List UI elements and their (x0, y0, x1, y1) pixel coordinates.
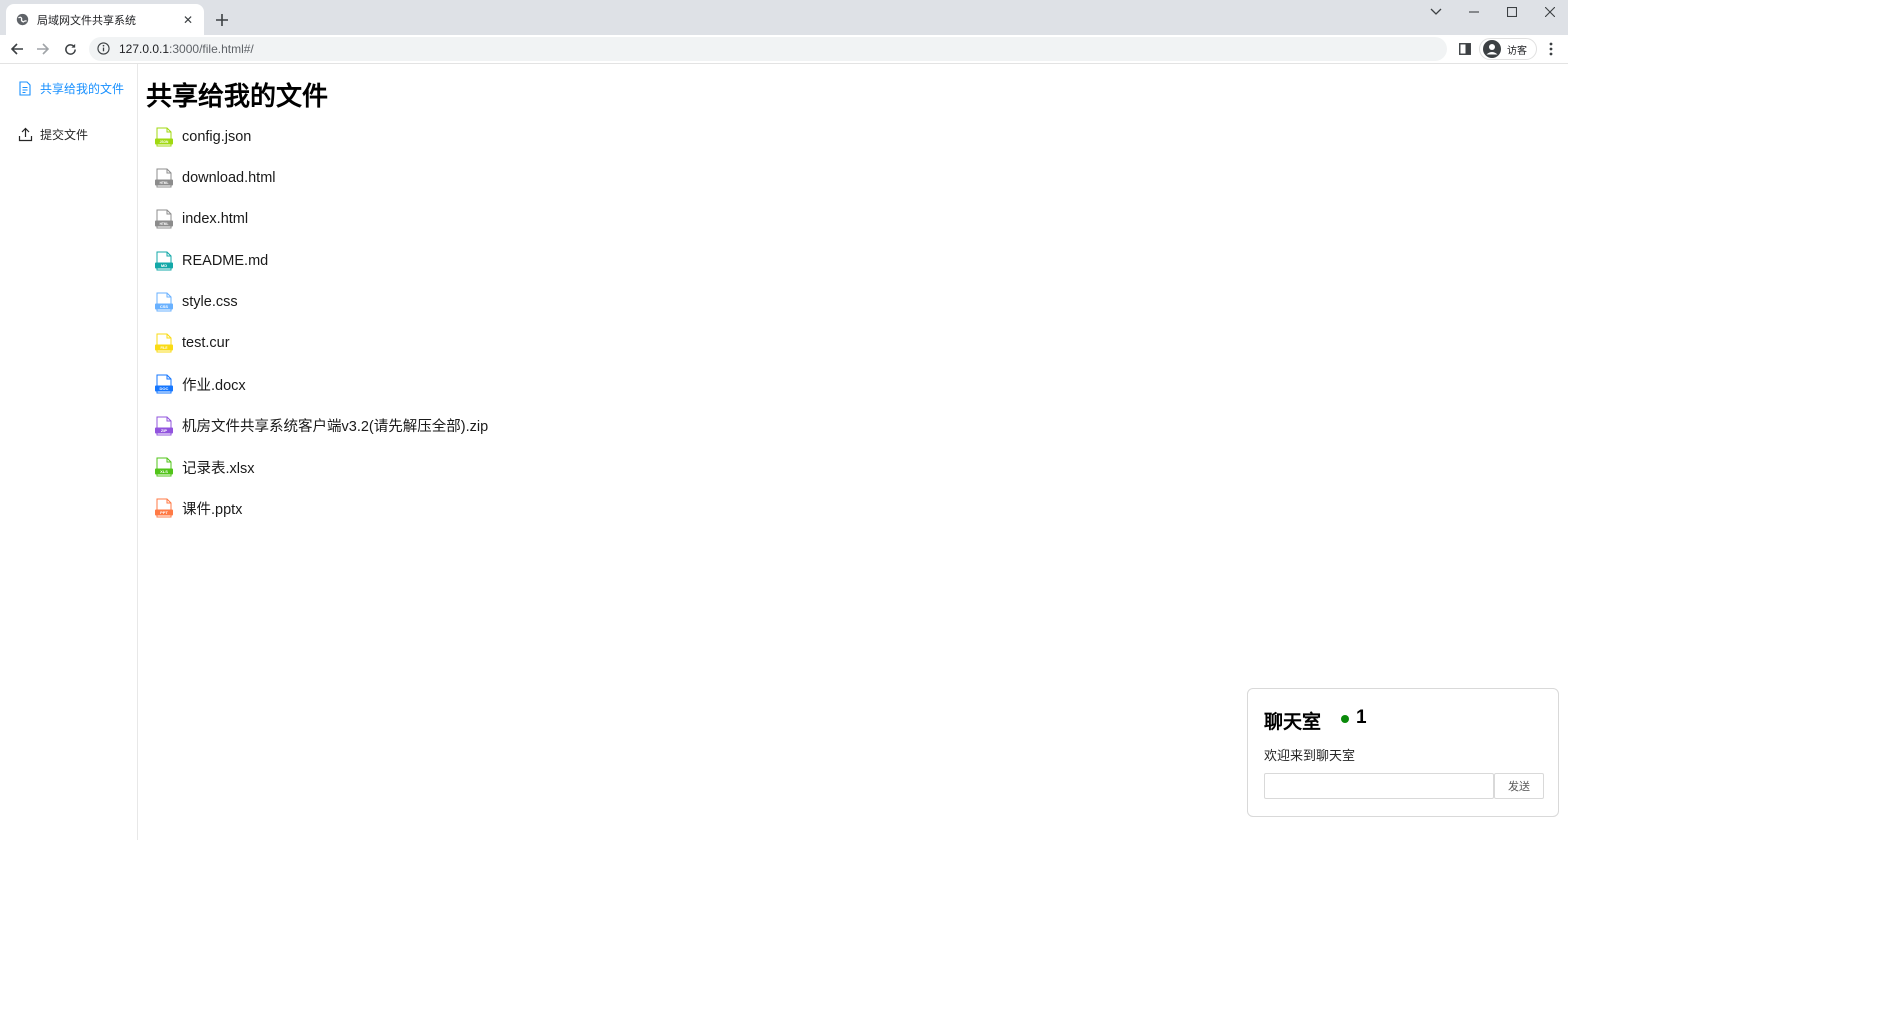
file-item[interactable]: ZIP 机房文件共享系统客户端v3.2(请先解压全部).zip (154, 405, 488, 446)
reload-button[interactable] (59, 38, 81, 60)
address-bar[interactable]: 127.0.0.1:3000/file.html#/ (89, 37, 1447, 61)
file-name: 记录表.xlsx (182, 460, 255, 477)
close-tab-icon[interactable]: ✕ (180, 12, 196, 28)
file-type-icon: CSS (154, 292, 174, 312)
file-type-icon: MD (154, 251, 174, 271)
info-icon[interactable] (97, 42, 111, 56)
send-button[interactable]: 发送 (1494, 773, 1544, 799)
upload-icon (18, 127, 33, 142)
url-host: 127.0.0.1 (119, 42, 170, 56)
url-path: :3000/file.html#/ (169, 42, 254, 56)
chat-message: 欢迎来到聊天室 (1264, 748, 1356, 763)
sidebar-item-submit-file[interactable]: 提交文件 (0, 114, 137, 154)
file-badge: XLS (160, 469, 168, 474)
file-badge: MD (161, 263, 167, 268)
profile-label: 访客 (1507, 45, 1527, 57)
browser-tab[interactable]: 局域网文件共享系统 ✕ (6, 4, 204, 35)
file-type-icon: XLS (154, 457, 174, 477)
file-badge: JSON (160, 140, 169, 144)
document-icon (18, 80, 33, 96)
sidebar-item-shared-files[interactable]: 共享给我的文件 (0, 68, 137, 108)
browser-toolbar: 127.0.0.1:3000/file.html#/ 访客 (0, 35, 1568, 64)
minimize-button[interactable] (1456, 2, 1492, 22)
file-item[interactable]: MD README.md (154, 240, 488, 281)
file-item[interactable]: FILE test.cur (154, 322, 488, 363)
file-name: 机房文件共享系统客户端v3.2(请先解压全部).zip (182, 419, 489, 436)
maximize-button[interactable] (1494, 2, 1530, 22)
file-badge: PPT (160, 510, 168, 515)
file-badge: FILE (161, 346, 168, 350)
file-type-icon: FILE (154, 333, 174, 353)
avatar-icon (1483, 40, 1501, 58)
file-type-icon: JSON (154, 127, 174, 147)
file-list: JSON config.json HTML download.html HTML inde… (154, 116, 488, 529)
online-status-icon (1341, 715, 1349, 723)
browser-titlebar: 局域网文件共享系统 ✕ (0, 0, 1568, 35)
file-name: download.html (182, 169, 276, 186)
forward-button[interactable] (32, 38, 54, 60)
file-badge: ZIP (161, 428, 168, 433)
new-tab-button[interactable] (212, 10, 232, 30)
profile-button[interactable]: 访客 (1479, 38, 1537, 60)
file-item[interactable]: DOC 作业.docx (154, 364, 488, 405)
file-item[interactable]: HTML index.html (154, 199, 488, 240)
file-name: style.css (182, 293, 238, 310)
more-menu-icon[interactable] (1543, 40, 1559, 58)
file-badge: CSS (160, 304, 169, 309)
file-item[interactable]: JSON config.json (154, 116, 488, 157)
file-type-icon: HTML (154, 209, 174, 229)
sidebar-item-label: 共享给我的文件 (40, 81, 125, 96)
file-item[interactable]: CSS style.css (154, 281, 488, 322)
close-window-button[interactable] (1532, 2, 1568, 22)
back-button[interactable] (6, 38, 28, 60)
file-name: 课件.pptx (182, 501, 243, 518)
file-type-icon: PPT (154, 498, 174, 518)
file-type-icon: HTML (154, 168, 174, 188)
file-name: index.html (182, 211, 249, 228)
file-type-icon: ZIP (154, 416, 174, 436)
chat-input[interactable] (1264, 773, 1494, 799)
file-item[interactable]: XLS 记录表.xlsx (154, 446, 488, 487)
file-name: config.json (182, 128, 252, 145)
globe-icon (16, 13, 29, 26)
file-name: 作业.docx (182, 377, 246, 394)
chat-title: 聊天室 (1264, 712, 1322, 733)
tab-search-button[interactable] (1418, 2, 1454, 22)
file-name: README.md (182, 252, 269, 269)
chat-room-panel: 聊天室 1 欢迎来到聊天室 发送 (1247, 688, 1559, 817)
sidebar: 共享给我的文件 提交文件 (0, 64, 138, 840)
file-item[interactable]: HTML download.html (154, 157, 488, 198)
file-badge: HTML (160, 181, 169, 185)
tab-title: 局域网文件共享系统 (37, 14, 136, 27)
file-item[interactable]: PPT 课件.pptx (154, 488, 488, 529)
file-name: test.cur (182, 335, 230, 352)
file-badge: DOC (160, 387, 169, 392)
file-type-icon: DOC (154, 374, 174, 394)
sidebar-item-label: 提交文件 (40, 127, 89, 142)
page-title: 共享给我的文件 (146, 81, 329, 111)
side-panel-icon[interactable] (1456, 40, 1474, 58)
file-badge: HTML (160, 222, 169, 226)
online-count: 1 (1356, 707, 1367, 728)
